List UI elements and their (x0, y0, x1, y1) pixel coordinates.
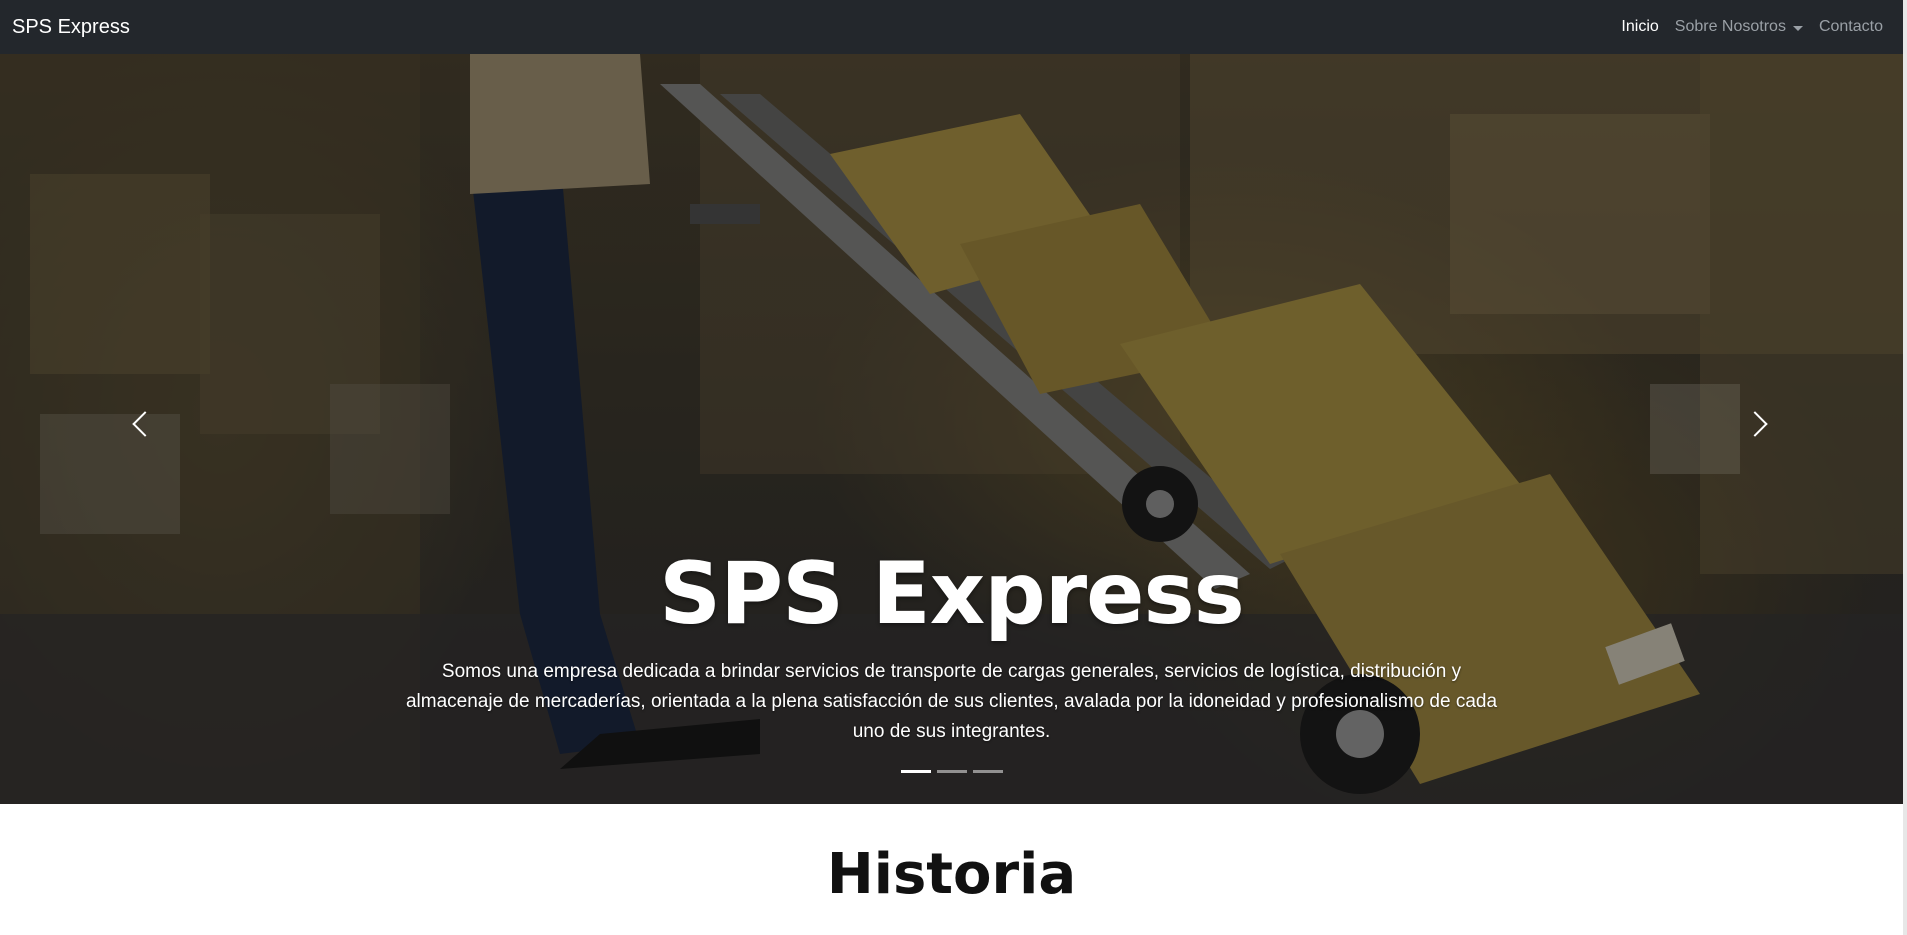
carousel-next-button[interactable] (1728, 384, 1788, 464)
carousel-indicator-3[interactable] (972, 770, 1003, 773)
hero-description: Somos una empresa dedicada a brindar ser… (405, 661, 1498, 742)
nav-item-sobre-nosotros[interactable]: Sobre Nosotros (1675, 18, 1803, 36)
page-scrollbar[interactable] (1903, 0, 1907, 935)
section-title-historia: Historia (826, 842, 1077, 907)
nav-menu: Inicio Sobre Nosotros Contacto (1621, 18, 1883, 36)
carousel-indicator-1[interactable] (900, 770, 931, 773)
carousel-caption: SPS Express Somos una empresa dedicada a… (0, 539, 1903, 747)
dropdown-caret-icon (1792, 25, 1803, 31)
chevron-right-icon (1742, 411, 1768, 437)
nav-item-contacto[interactable]: Contacto (1819, 18, 1883, 36)
navbar-brand[interactable]: SPS Express (12, 16, 130, 39)
carousel-indicator-2[interactable] (936, 770, 967, 773)
hero-carousel: SPS Express Somos una empresa dedicada a… (0, 54, 1903, 804)
top-navbar: SPS Express Inicio Sobre Nosotros Contac… (0, 0, 1903, 54)
nav-item-inicio[interactable]: Inicio (1621, 18, 1658, 36)
carousel-prev-button[interactable] (112, 384, 172, 464)
nav-item-sobre-nosotros-label: Sobre Nosotros (1674, 18, 1786, 35)
hero-title: SPS Express (659, 544, 1245, 644)
carousel-indicators (0, 770, 1903, 773)
chevron-left-icon (132, 411, 158, 437)
